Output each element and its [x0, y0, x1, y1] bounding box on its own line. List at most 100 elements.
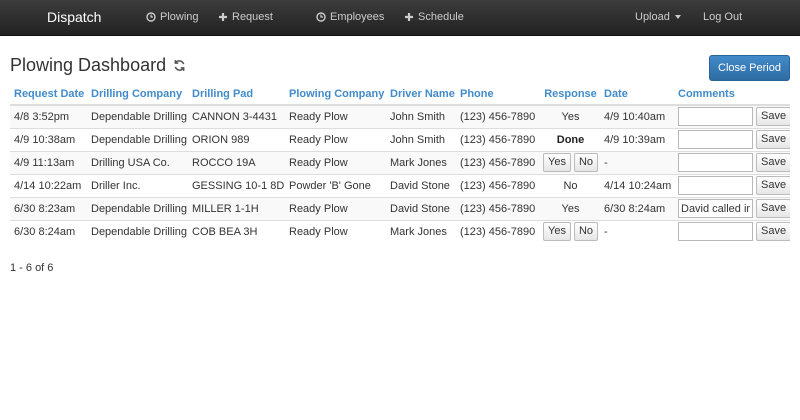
cell-comments: Save	[674, 127, 790, 151]
comment-input[interactable]	[678, 107, 753, 127]
response-yes-button[interactable]: Yes	[543, 153, 571, 172]
cell-response: Yes No	[539, 219, 600, 243]
refresh-icon[interactable]	[173, 59, 186, 72]
comment-input[interactable]	[678, 199, 753, 218]
table-row: 4/8 3:52pm Dependable Drilling CANNON 3-…	[10, 104, 790, 128]
cell-comments: Save	[674, 173, 790, 197]
header-plowing-company[interactable]: Plowing Company	[285, 83, 386, 106]
header-phone[interactable]: Phone	[456, 83, 539, 106]
cell-drilling-company: Dependable Drilling	[87, 196, 188, 220]
header-response[interactable]: Response	[539, 83, 600, 106]
cell-phone: (123) 456-7890	[456, 219, 539, 243]
table-row: 4/9 10:38am Dependable Drilling ORION 98…	[10, 127, 790, 151]
clock-icon	[146, 12, 156, 22]
cell-request-date: 4/8 3:52pm	[10, 104, 87, 128]
save-button[interactable]: Save	[756, 153, 790, 172]
cell-drilling-company: Driller Inc.	[87, 173, 188, 197]
plus-icon	[405, 13, 413, 21]
save-button[interactable]: Save	[756, 107, 790, 127]
cell-request-date: 4/9 11:13am	[10, 150, 87, 174]
plowing-table: Request Date Drilling Company Drilling P…	[10, 83, 790, 243]
cell-drilling-company: Dependable Drilling	[87, 127, 188, 151]
cell-comments: Save	[674, 196, 790, 220]
table-row: 4/9 11:13am Drilling USA Co. ROCCO 19A R…	[10, 150, 790, 174]
nav-request[interactable]: Request	[218, 11, 273, 23]
cell-request-date: 4/9 10:38am	[10, 127, 87, 151]
cell-comments: Save	[674, 150, 790, 174]
cell-driver-name: David Stone	[386, 196, 456, 220]
header-drilling-company[interactable]: Drilling Company	[87, 83, 188, 106]
cell-request-date: 4/14 10:22am	[10, 173, 87, 197]
cell-date: 4/9 10:39am	[600, 127, 674, 151]
cell-date: -	[600, 219, 674, 243]
plus-icon	[219, 13, 227, 21]
table-header-row: Request Date Drilling Company Drilling P…	[10, 83, 790, 106]
caret-down-icon	[674, 15, 681, 19]
response-no-button[interactable]: No	[573, 222, 599, 242]
close-period-button[interactable]: Close Period	[709, 55, 790, 81]
cell-response: Yes	[539, 104, 600, 128]
cell-driver-name: John Smith	[386, 127, 456, 151]
cell-date: 4/9 10:40am	[600, 104, 674, 128]
response-no-button[interactable]: No	[573, 153, 599, 172]
cell-drilling-pad: ORION 989	[188, 127, 285, 151]
pagination-summary: 1 - 6 of 6	[10, 262, 54, 274]
header-request-date[interactable]: Request Date	[10, 83, 87, 106]
nav-logout[interactable]: Log Out	[703, 11, 742, 23]
comment-input[interactable]	[678, 130, 753, 149]
table-row: 4/14 10:22am Driller Inc. GESSING 10-1 8…	[10, 173, 790, 197]
cell-drilling-pad: ROCCO 19A	[188, 150, 285, 174]
cell-request-date: 6/30 8:24am	[10, 219, 87, 243]
comment-input[interactable]	[678, 153, 753, 172]
cell-plowing-company: Ready Plow	[285, 219, 386, 243]
cell-driver-name: John Smith	[386, 104, 456, 128]
cell-drilling-company: Dependable Drilling	[87, 104, 188, 128]
cell-drilling-pad: COB BEA 3H	[188, 219, 285, 243]
cell-plowing-company: Ready Plow	[285, 150, 386, 174]
save-button[interactable]: Save	[756, 130, 790, 149]
nav-plowing-label: Plowing	[160, 11, 199, 23]
header-comments[interactable]: Comments	[674, 83, 790, 106]
cell-drilling-company: Drilling USA Co.	[87, 150, 188, 174]
save-button[interactable]: Save	[756, 176, 790, 195]
cell-response: No	[539, 173, 600, 197]
cell-request-date: 6/30 8:23am	[10, 196, 87, 220]
header-drilling-pad[interactable]: Drilling Pad	[188, 83, 285, 106]
clock-icon	[316, 12, 326, 22]
cell-drilling-pad: MILLER 1-1H	[188, 196, 285, 220]
cell-response: Done	[539, 127, 600, 151]
header-driver-name[interactable]: Driver Name	[386, 83, 456, 106]
nav-schedule[interactable]: Schedule	[404, 11, 464, 23]
cell-date: -	[600, 150, 674, 174]
cell-phone: (123) 456-7890	[456, 127, 539, 151]
save-button[interactable]: Save	[756, 222, 790, 242]
top-navbar: Dispatch Plowing Request Employees Sched…	[0, 0, 800, 36]
nav-employees[interactable]: Employees	[316, 11, 384, 23]
nav-schedule-label: Schedule	[418, 11, 464, 23]
cell-plowing-company: Ready Plow	[285, 127, 386, 151]
brand-link[interactable]: Dispatch	[47, 9, 101, 25]
cell-phone: (123) 456-7890	[456, 196, 539, 220]
page-title-text: Plowing Dashboard	[10, 55, 167, 75]
cell-phone: (123) 456-7890	[456, 104, 539, 128]
cell-date: 4/14 10:24am	[600, 173, 674, 197]
save-button[interactable]: Save	[756, 199, 790, 218]
nav-upload-label: Upload	[635, 11, 670, 23]
cell-drilling-company: Dependable Drilling	[87, 219, 188, 243]
cell-plowing-company: Ready Plow	[285, 104, 386, 128]
header-date[interactable]: Date	[600, 83, 674, 106]
cell-response: Yes	[539, 196, 600, 220]
nav-plowing[interactable]: Plowing	[146, 11, 199, 23]
cell-driver-name: David Stone	[386, 173, 456, 197]
cell-plowing-company: Powder 'B' Gone	[285, 173, 386, 197]
cell-comments: Save	[674, 104, 790, 128]
cell-driver-name: Mark Jones	[386, 219, 456, 243]
nav-request-label: Request	[232, 11, 273, 23]
nav-upload-dropdown[interactable]: Upload	[635, 11, 681, 23]
comment-input[interactable]	[678, 222, 753, 242]
comment-input[interactable]	[678, 176, 753, 195]
table-row: 6/30 8:24am Dependable Drilling COB BEA …	[10, 219, 790, 243]
response-yes-button[interactable]: Yes	[543, 222, 571, 242]
cell-driver-name: Mark Jones	[386, 150, 456, 174]
nav-employees-label: Employees	[330, 11, 385, 23]
